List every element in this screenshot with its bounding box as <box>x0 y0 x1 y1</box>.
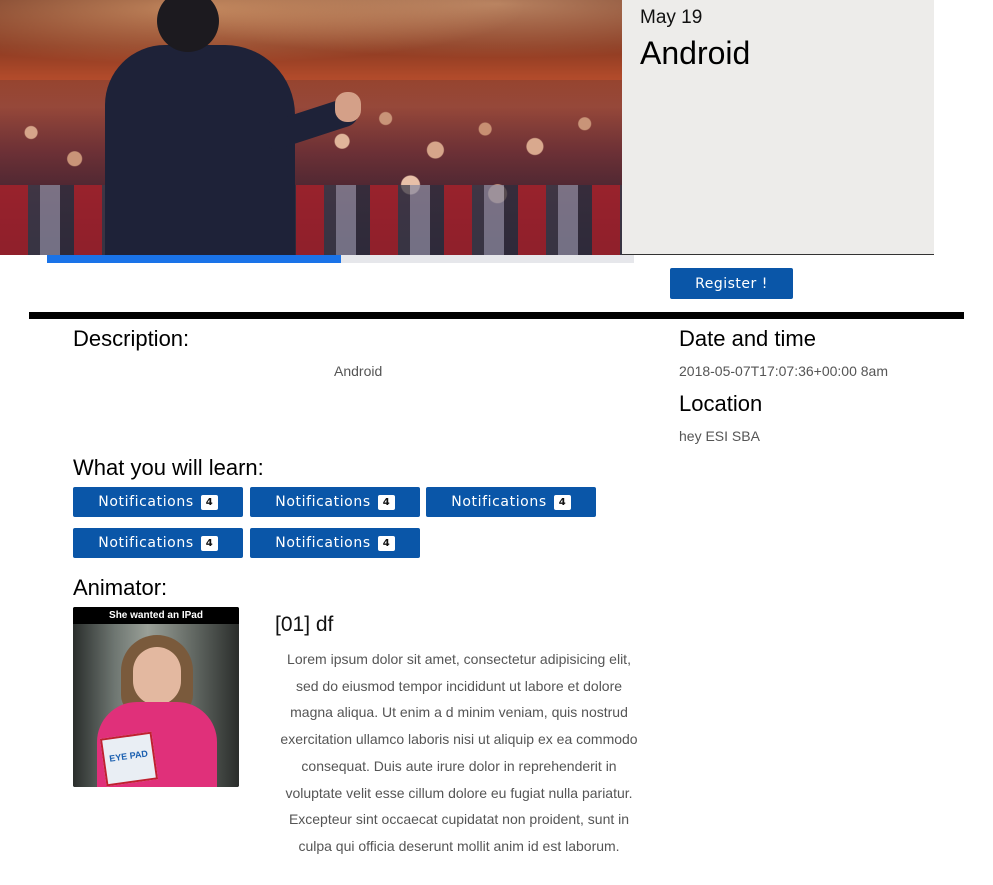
learn-topic-chip[interactable]: Notifications 4 <box>250 487 420 517</box>
chip-count-badge: 4 <box>377 494 395 510</box>
description-text: Android <box>334 363 383 379</box>
section-divider <box>29 312 964 319</box>
event-progress-fill <box>47 255 341 263</box>
datetime-value: 2018-05-07T17:07:36+00:00 8am <box>679 363 888 379</box>
location-heading: Location <box>679 391 763 416</box>
location-value: hey ESI SBA <box>679 428 760 444</box>
animator-photo: EYE PAD She wanted an IPad <box>73 607 239 787</box>
learn-topic-chip[interactable]: Notifications 4 <box>426 487 596 517</box>
chip-count-badge: 4 <box>200 535 218 551</box>
event-date: May 19 <box>640 7 703 28</box>
learn-topic-chip[interactable]: Notifications 4 <box>73 487 243 517</box>
chip-label: Notifications <box>98 535 194 551</box>
chip-count-badge: 4 <box>553 494 571 510</box>
event-info-card: May 19 Android <box>622 0 934 255</box>
datetime-heading: Date and time <box>679 326 816 351</box>
description-heading: Description: <box>73 326 190 351</box>
chip-label: Notifications <box>98 494 194 510</box>
event-title: Android <box>640 35 751 71</box>
hero-seats <box>0 185 622 255</box>
chip-label: Notifications <box>275 535 371 551</box>
hero-speaker <box>95 0 362 255</box>
animator-name: [01] df <box>275 613 334 636</box>
chip-count-badge: 4 <box>377 535 395 551</box>
register-button[interactable]: Register ! <box>670 268 793 299</box>
event-hero-image <box>0 0 622 255</box>
learn-topic-chip[interactable]: Notifications 4 <box>73 528 243 558</box>
chip-label: Notifications <box>275 494 371 510</box>
event-progress-bar <box>47 255 634 263</box>
animator-bio: Lorem ipsum dolor sit amet, consectetur … <box>280 651 638 854</box>
photo-caption: She wanted an IPad <box>73 607 239 624</box>
learn-topic-chip[interactable]: Notifications 4 <box>250 528 420 558</box>
photo-eye-pad: EYE PAD <box>99 731 159 787</box>
animator-heading: Animator: <box>73 575 168 600</box>
chip-count-badge: 4 <box>200 494 218 510</box>
learn-heading: What you will learn: <box>73 455 264 480</box>
chip-label: Notifications <box>451 494 547 510</box>
hero-lights <box>0 0 622 80</box>
